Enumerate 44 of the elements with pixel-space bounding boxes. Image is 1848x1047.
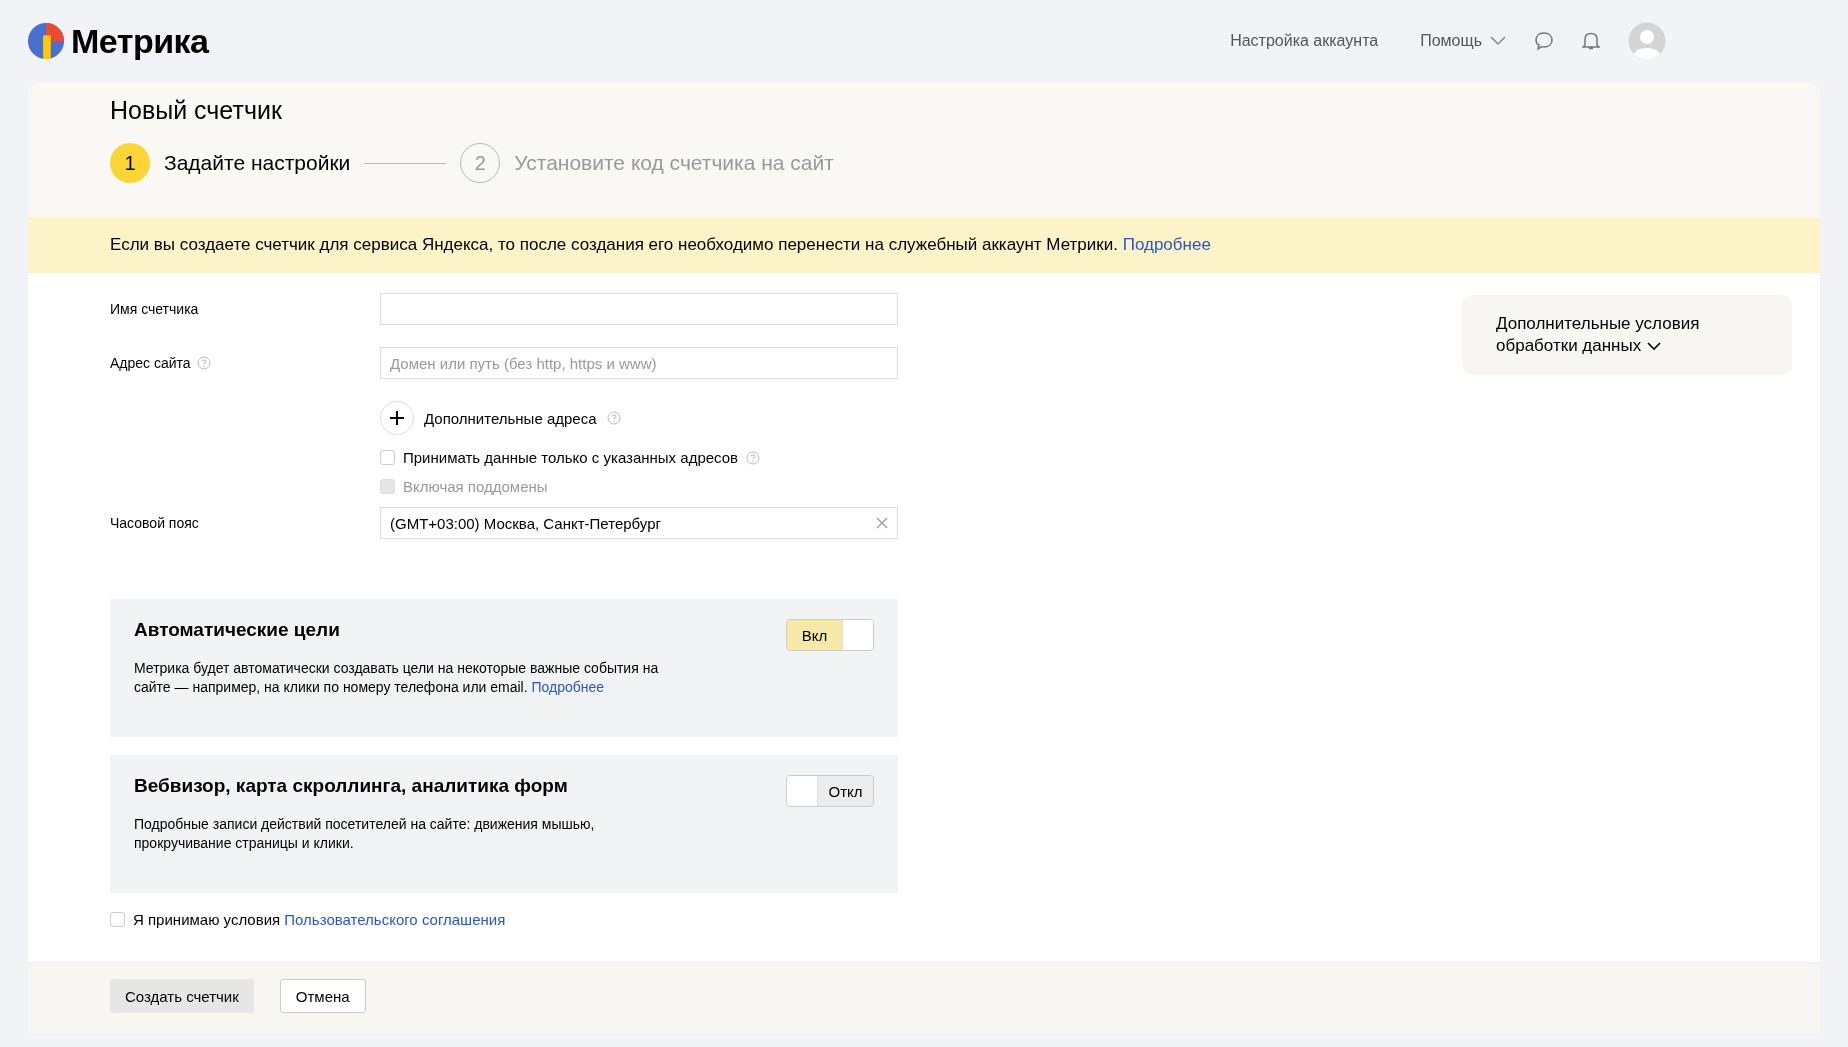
checkbox-label: Принимать данные только с указанных адресов xyxy=(403,449,739,466)
more-link[interactable]: Подробнее xyxy=(1122,235,1211,254)
chevron-down-icon xyxy=(1647,342,1662,351)
chat-icon[interactable] xyxy=(1534,31,1554,51)
field-label: Адрес сайта xyxy=(110,355,191,371)
notice-text: Если вы создаете счетчик для сервиса Яндекса, то после создания его необходимо перенести на служебный аккаунт Метрики. Подробнее xyxy=(110,235,1211,254)
logo-icon xyxy=(27,22,65,60)
add-button[interactable] xyxy=(380,401,414,435)
additional-addresses-label: Дополнительные адреса xyxy=(424,409,597,427)
field-label: Имя счетчика xyxy=(110,301,199,317)
toggle-switch[interactable]: Вкл xyxy=(786,619,874,651)
step-label: Установите код счетчика на сайт xyxy=(514,151,834,175)
chevron-down-icon xyxy=(1490,36,1506,46)
cancel-button[interactable]: Отмена xyxy=(279,979,366,1013)
checkbox-label: Включая поддомены xyxy=(403,478,548,495)
step-number: 1 xyxy=(110,143,150,183)
page-title: Новый счетчик xyxy=(110,96,283,125)
plus-icon xyxy=(390,411,404,425)
step-label: Задайте настройки xyxy=(164,151,351,175)
more-link[interactable]: Подробнее xyxy=(531,679,605,695)
bell-icon[interactable] xyxy=(1582,31,1600,51)
help-icon[interactable] xyxy=(606,411,621,425)
checkbox[interactable] xyxy=(380,450,395,465)
agreement-link[interactable]: Пользовательского соглашения xyxy=(284,911,506,928)
timezone-select[interactable]: (GMT+03:00) Москва, Санкт-Петербург xyxy=(380,507,898,539)
help-menu[interactable]: Помощь xyxy=(1420,32,1506,50)
panel-title: Автоматические цели xyxy=(134,619,341,641)
checkbox[interactable] xyxy=(110,912,125,927)
field-label: Часовой пояс xyxy=(110,515,199,531)
text-input[interactable]: Домен или путь (без http, https и www) xyxy=(380,347,898,379)
panel-description: Подробные записи действий посетителей на сайте: движения мышью, прокручивание страницы и клики. xyxy=(134,815,596,853)
create-button[interactable]: Создать счетчик xyxy=(110,979,254,1013)
panel-title: Вебвизор, карта скроллинга, аналитика форм xyxy=(134,775,569,797)
panel-description: Метрика будет автоматически создавать цели на некоторые важные события на сайте — например, на клики по номеру телефона или email. Подробнее xyxy=(134,659,660,697)
toggle-switch[interactable]: Откл xyxy=(786,775,874,807)
logo-text[interactable]: Метрика xyxy=(71,21,209,61)
expandable-section[interactable]: Дополнительные условия обработки данных xyxy=(1462,295,1792,375)
text-input[interactable] xyxy=(380,293,898,325)
account-settings-link[interactable]: Настройка аккаунта xyxy=(1230,32,1379,50)
avatar-icon[interactable] xyxy=(1628,22,1666,60)
clear-icon[interactable] xyxy=(876,517,888,529)
help-icon[interactable] xyxy=(746,450,761,465)
help-icon[interactable] xyxy=(196,356,211,370)
agreement-text: Я принимаю условия Пользовательского соглашения xyxy=(133,911,506,928)
